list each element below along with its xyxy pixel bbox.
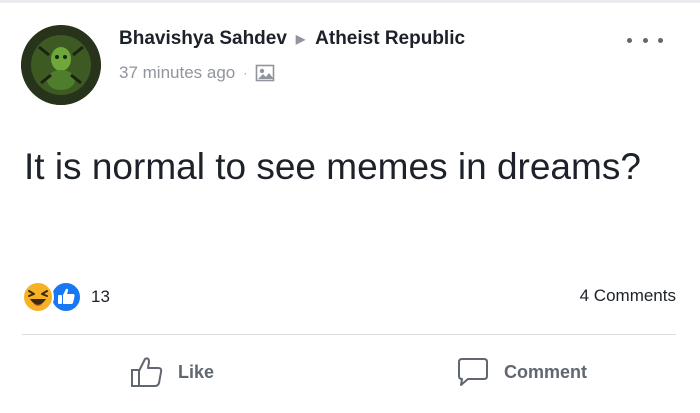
post-timestamp[interactable]: 37 minutes ago <box>119 63 235 83</box>
more-dot <box>627 37 632 43</box>
like-label: Like <box>178 361 215 382</box>
author-name[interactable]: Bhavishya Sahdev <box>119 28 287 50</box>
thumbs-up-icon <box>131 357 163 387</box>
post-header: Bhavishya Sahdev ▶ Atheist Republic <box>119 28 465 50</box>
haha-reaction-icon <box>22 281 54 313</box>
divider <box>22 334 676 335</box>
comment-button[interactable]: Comment <box>456 355 587 389</box>
like-button[interactable]: Like <box>130 355 214 389</box>
like-reaction-icon <box>50 281 82 313</box>
post-text: It is normal to see memes in dreams? <box>24 146 641 187</box>
comment-label: Comment <box>504 361 588 382</box>
comment-bubble-icon <box>458 358 488 386</box>
post-meta: 37 minutes ago · <box>119 63 275 83</box>
meta-separator: · <box>243 66 248 80</box>
top-border <box>0 0 700 3</box>
group-name[interactable]: Atheist Republic <box>315 28 465 50</box>
comments-count-link[interactable]: 4 Comments <box>580 286 676 306</box>
more-dot <box>642 37 648 43</box>
reactions-summary[interactable]: 13 <box>22 281 110 313</box>
more-options-icon[interactable] <box>627 32 663 48</box>
reaction-count: 13 <box>91 287 110 306</box>
avatar[interactable] <box>21 25 101 105</box>
more-dot <box>658 37 663 43</box>
public-photo-icon[interactable] <box>255 63 275 83</box>
arrow-right-icon: ▶ <box>295 32 306 46</box>
